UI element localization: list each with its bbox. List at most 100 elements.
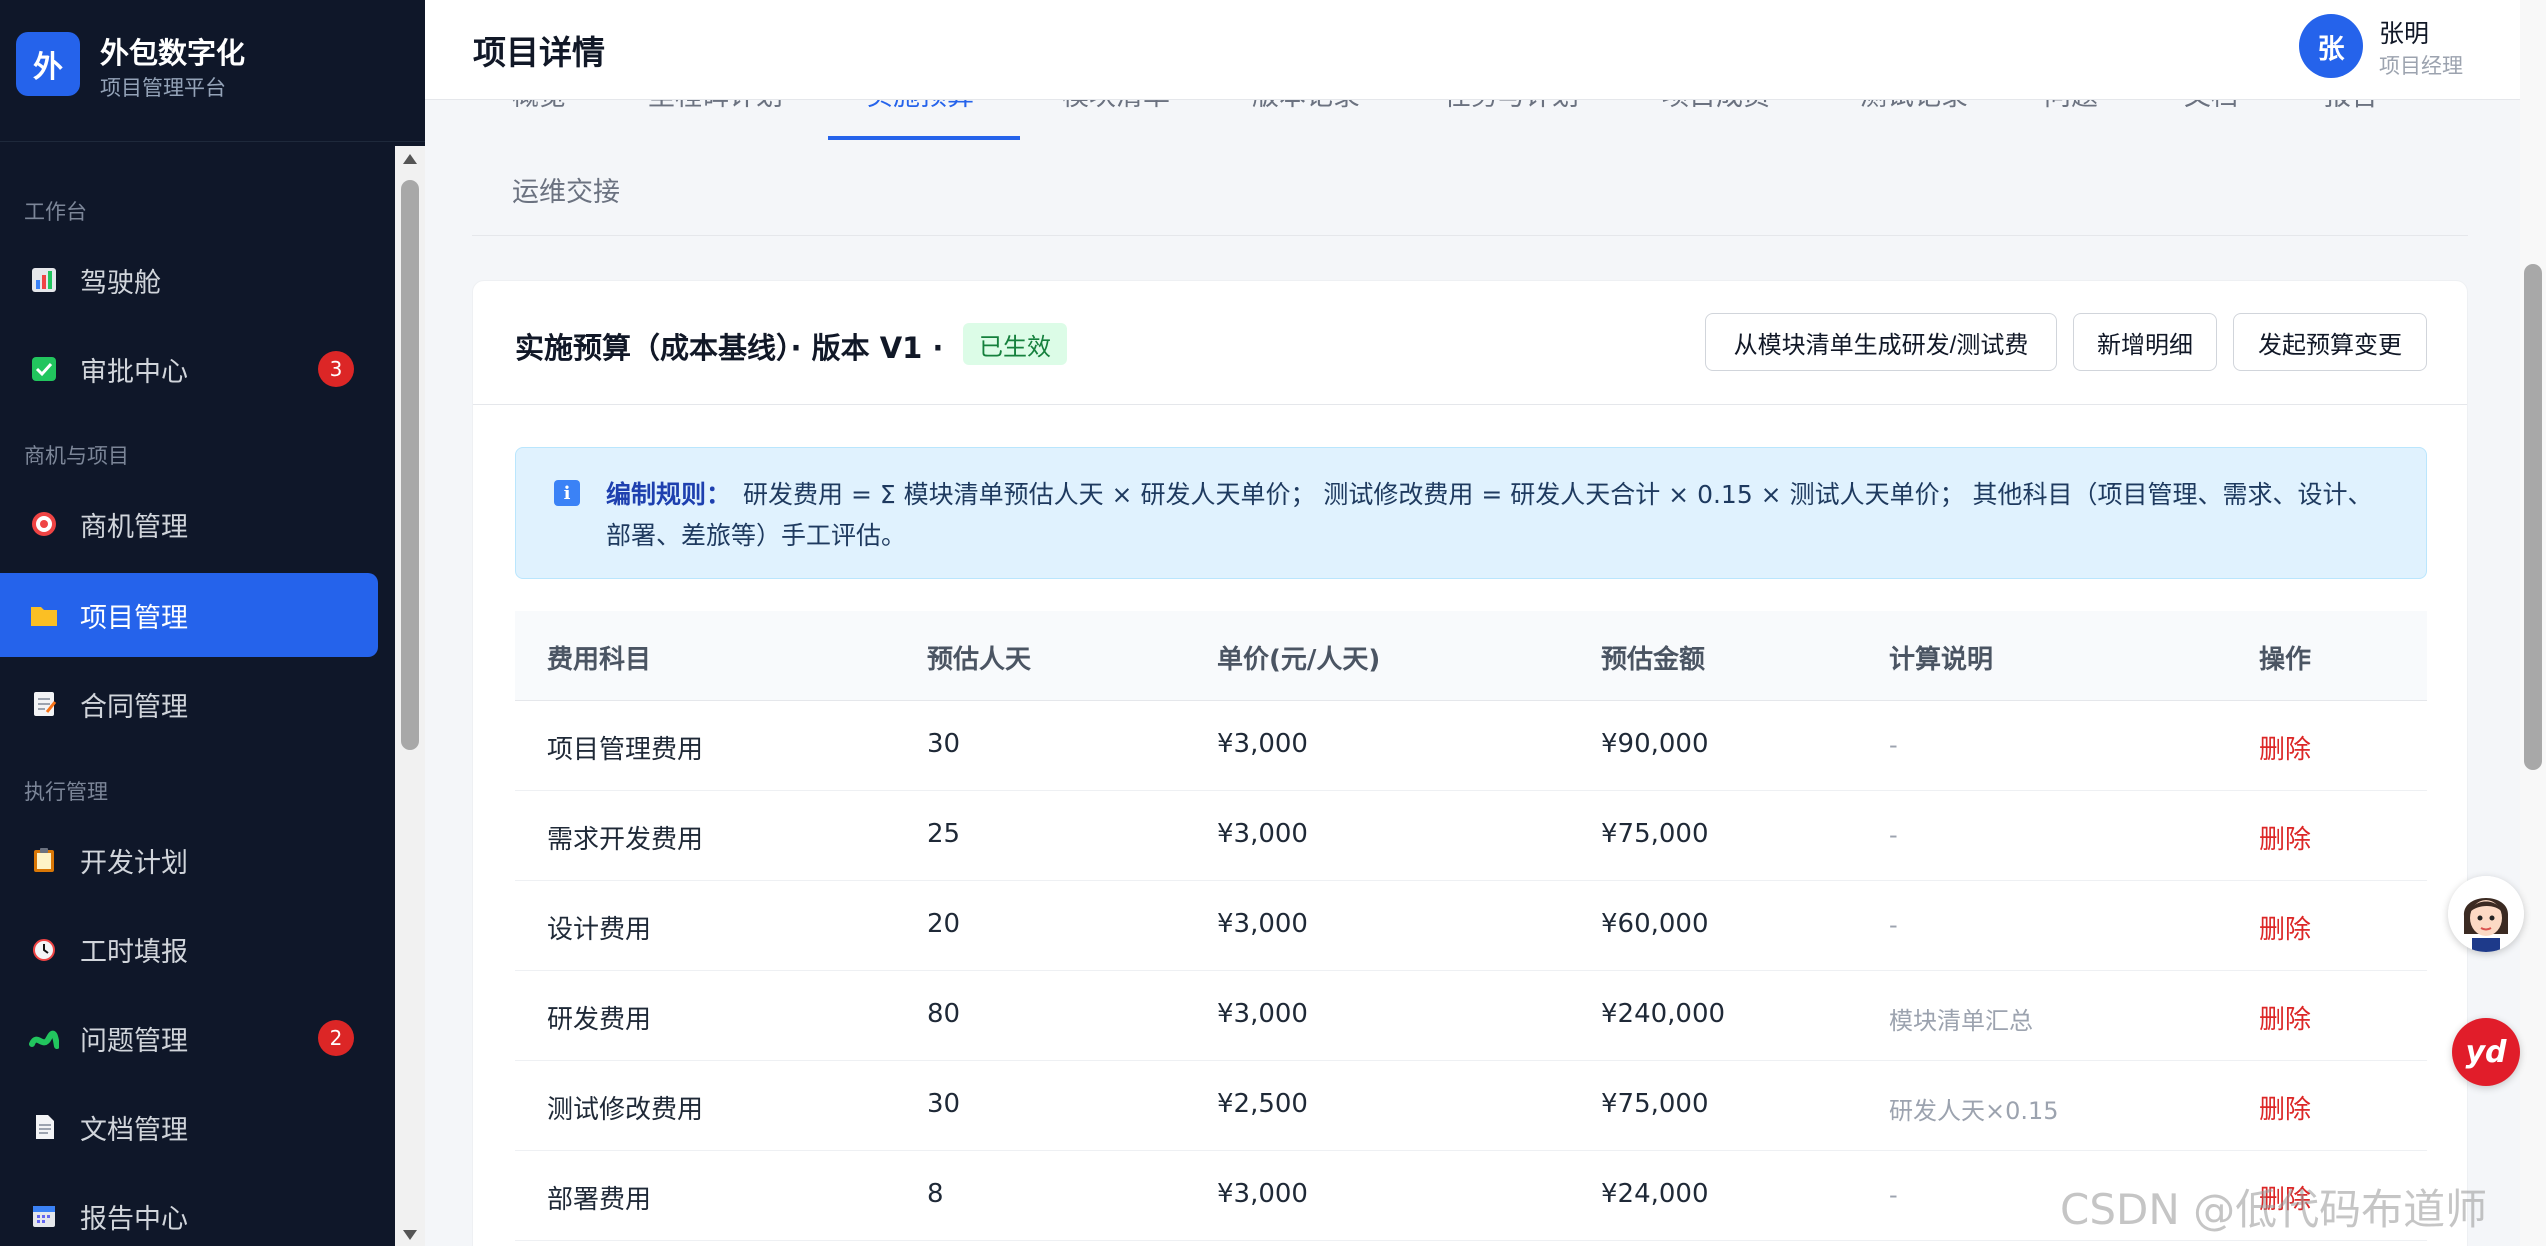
scroll-down-arrow-icon[interactable]: [403, 1230, 417, 1240]
approval-check-icon: [28, 353, 60, 385]
sidebar-item-contract[interactable]: 合同管理: [0, 662, 378, 746]
assistant-avatar-button[interactable]: [2448, 876, 2524, 952]
sidebar-item-label: 合同管理: [80, 691, 188, 723]
cell-amount: ¥240,000: [1601, 999, 1726, 1029]
sidebar-nav: 工作台 驾驶舱 审批中心 3 商机与项目 商机管理 项目管理 合同管理 执行管理…: [0, 146, 395, 1246]
brand: 外 外包数字化 项目管理平台: [0, 0, 425, 142]
cell-days: 20: [927, 909, 961, 939]
tab-tests[interactable]: 测试记录: [1860, 100, 1968, 113]
budget-title: 实施预算（成本基线）· 版本 V1 ·: [515, 331, 944, 365]
cell-note: -: [1889, 1181, 1898, 1209]
cell-item: 需求开发费用: [547, 825, 704, 855]
clipboard-icon: [28, 844, 60, 876]
sidebar-item-label: 商机管理: [80, 511, 188, 543]
top-header: 项目详情 张 张明 项目经理: [425, 0, 2520, 100]
table-header: 费用科目 预估人天 单价(元/人天) 预估金额 计算说明 操作: [515, 611, 2427, 701]
tab-issues[interactable]: 问题: [2044, 100, 2098, 113]
tab-milestones[interactable]: 里程碑计划: [648, 100, 783, 113]
main-scrollbar[interactable]: [2520, 0, 2546, 1246]
sidebar-item-label: 驾驶舱: [80, 267, 161, 299]
sidebar-item-opportunity[interactable]: 商机管理: [0, 482, 378, 566]
issues-count-badge: 2: [318, 1020, 354, 1056]
brand-name: 外包数字化: [100, 36, 246, 70]
tab-ops-handover[interactable]: 运维交接: [512, 170, 620, 209]
cell-item: 测试修改费用: [547, 1095, 704, 1125]
page-title: 项目详情: [473, 33, 605, 72]
budget-card-header: 实施预算（成本基线）· 版本 V1 · 已生效 从模块清单生成研发/测试费 新增…: [473, 281, 2467, 405]
delete-link[interactable]: 删除: [2259, 909, 2311, 946]
tab-modules[interactable]: 模块清单: [1062, 100, 1170, 113]
rule-body: 研发费用 = Σ 模块清单预估人天 × 研发人天单价； 测试修改费用 = 研发人…: [606, 480, 2373, 550]
project-tabs: 概览 里程碑计划 实施预算 模块清单 版本记录 任务与计划 项目成员 测试记录 …: [472, 100, 2468, 236]
cell-item: 研发费用: [547, 1005, 652, 1035]
main-scroll-thumb[interactable]: [2524, 264, 2542, 770]
sidebar-item-label: 项目管理: [80, 602, 188, 634]
active-tab-indicator: [828, 136, 1020, 140]
col-amount: 预估金额: [1601, 645, 1706, 675]
nav-group-execution: 执行管理: [24, 780, 108, 804]
alarm-clock-icon: [28, 933, 60, 965]
sidebar-item-documents[interactable]: 文档管理: [0, 1085, 378, 1169]
generate-from-modules-button[interactable]: 从模块清单生成研发/测试费: [1705, 313, 2057, 371]
cell-days: 30: [927, 1089, 961, 1119]
add-item-button[interactable]: 新增明细: [2073, 313, 2217, 371]
avatar[interactable]: 张: [2299, 14, 2363, 78]
target-icon: [28, 508, 60, 540]
sidebar-item-approval[interactable]: 审批中心 3: [0, 327, 378, 411]
sidebar-item-dev-plan[interactable]: 开发计划: [0, 818, 378, 902]
tab-docs[interactable]: 文档: [2184, 100, 2238, 113]
sidebar-scroll-thumb[interactable]: [401, 180, 419, 750]
col-note: 计算说明: [1889, 645, 1994, 675]
sidebar-item-label: 工时填报: [80, 936, 188, 968]
cell-price: ¥3,000: [1217, 909, 1308, 939]
delete-link[interactable]: 删除: [2259, 999, 2311, 1036]
tab-overview[interactable]: 概览: [512, 100, 566, 113]
table-row: 项目管理费用 30 ¥3,000 ¥90,000 - 删除: [515, 701, 2427, 791]
brand-logo[interactable]: 外: [16, 32, 80, 96]
nav-group-business: 商机与项目: [24, 444, 129, 468]
info-icon: i: [554, 480, 580, 506]
user-name[interactable]: 张明: [2379, 14, 2429, 50]
cell-amount: ¥24,000: [1601, 1179, 1709, 1209]
folder-icon: [28, 599, 60, 631]
cell-days: 25: [927, 819, 961, 849]
delete-link[interactable]: 删除: [2259, 819, 2311, 856]
scroll-up-arrow-icon[interactable]: [403, 154, 417, 164]
sidebar-item-label: 报告中心: [80, 1203, 188, 1235]
dashboard-chart-icon: [28, 264, 60, 296]
calendar-icon: [28, 1200, 60, 1232]
cell-price: ¥3,000: [1217, 819, 1308, 849]
sidebar-scrollbar[interactable]: [395, 146, 425, 1246]
yd-float-button[interactable]: yd: [2452, 1018, 2520, 1086]
delete-link[interactable]: 删除: [2259, 1089, 2311, 1126]
budget-change-button[interactable]: 发起预算变更: [2233, 313, 2427, 371]
sidebar-item-project[interactable]: 项目管理: [0, 573, 378, 657]
sidebar-item-label: 文档管理: [80, 1114, 188, 1146]
cell-amount: ¥75,000: [1601, 819, 1709, 849]
cell-price: ¥2,500: [1217, 1089, 1308, 1119]
sidebar-item-issues[interactable]: 问题管理 2: [0, 996, 378, 1080]
nav-group-workbench: 工作台: [24, 200, 87, 224]
table-row: 设计费用 20 ¥3,000 ¥60,000 - 删除: [515, 881, 2427, 971]
cell-note: -: [1889, 731, 1898, 759]
delete-link[interactable]: 删除: [2259, 729, 2311, 766]
tab-tasks[interactable]: 任务与计划: [1444, 100, 1579, 113]
user-role: 项目经理: [2379, 54, 2463, 78]
sidebar: 外 外包数字化 项目管理平台 工作台 驾驶舱 审批中心 3 商机与项目 商机管理: [0, 0, 425, 1246]
cell-price: ¥3,000: [1217, 1179, 1308, 1209]
cell-item: 设计费用: [547, 915, 652, 945]
cell-price: ¥3,000: [1217, 999, 1308, 1029]
budget-card: 实施预算（成本基线）· 版本 V1 · 已生效 从模块清单生成研发/测试费 新增…: [472, 280, 2468, 1246]
table-row: 测试修改费用 30 ¥2,500 ¥75,000 研发人天×0.15 删除: [515, 1061, 2427, 1151]
tab-members[interactable]: 项目成员: [1662, 100, 1770, 113]
sidebar-item-cockpit[interactable]: 驾驶舱: [0, 238, 378, 322]
cell-note: 研发人天×0.15: [1889, 1097, 2059, 1125]
col-item: 费用科目: [547, 645, 652, 675]
cell-item: 部署费用: [547, 1185, 652, 1215]
approval-count-badge: 3: [318, 351, 354, 387]
tab-reports[interactable]: 报告: [2324, 100, 2378, 113]
tab-versions[interactable]: 版本记录: [1252, 100, 1360, 113]
tab-budget[interactable]: 实施预算: [866, 100, 974, 113]
sidebar-item-timesheet[interactable]: 工时填报: [0, 907, 378, 991]
sidebar-item-reports[interactable]: 报告中心: [0, 1174, 378, 1246]
